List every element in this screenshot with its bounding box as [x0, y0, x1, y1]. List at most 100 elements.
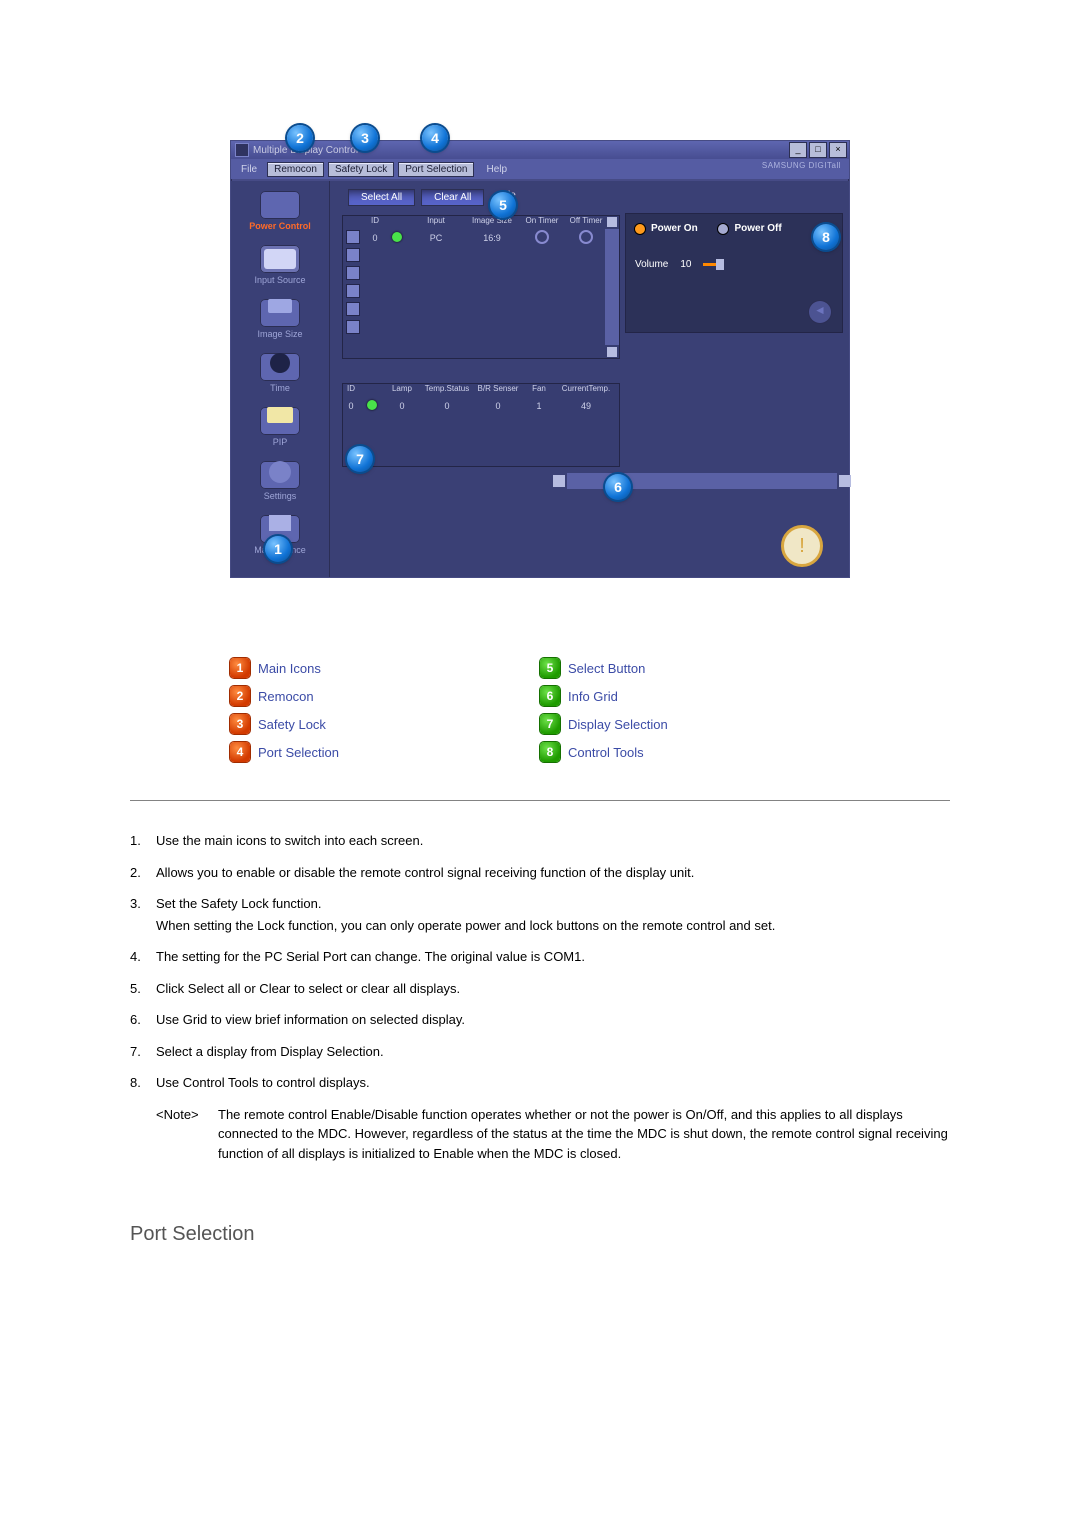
cell-temp-status: 0 — [420, 401, 474, 411]
legend-label: Main Icons — [258, 661, 321, 676]
row-checkbox-icon[interactable] — [347, 321, 359, 333]
note-body: The remote control Enable/Disable functi… — [218, 1105, 950, 1164]
col-header: Input — [408, 215, 464, 229]
input-source-icon — [260, 245, 300, 273]
menu-help[interactable]: Help — [486, 164, 507, 175]
legend-number-icon: 6 — [540, 686, 560, 706]
ontimer-icon — [535, 230, 549, 244]
settings-icon — [260, 461, 300, 489]
radio-label: Power Off — [734, 223, 781, 234]
col-header: Lamp — [384, 383, 420, 397]
list-item: Use the main icons to switch into each s… — [130, 831, 950, 851]
sidebar-item-image-size[interactable]: Image Size — [231, 299, 329, 339]
callout-6: 6 — [605, 474, 631, 500]
status-dot-icon — [392, 232, 402, 242]
description-list: Use the main icons to switch into each s… — [130, 831, 950, 1163]
table-row[interactable] — [342, 319, 620, 337]
table-row[interactable] — [342, 433, 620, 451]
warning-icon: ! — [781, 525, 823, 567]
col-header: Fan — [522, 383, 556, 397]
table-row[interactable]: 0 PC 16:9 — [342, 229, 620, 247]
sidebar-item-time[interactable]: Time — [231, 353, 329, 393]
callout-2: 2 — [287, 125, 313, 151]
power-off-radio[interactable]: Power Off — [718, 223, 781, 234]
app-window: Multiple Display Control _ □ × SAMSUNG D… — [230, 140, 850, 578]
list-item: Select a display from Display Selection. — [130, 1042, 950, 1062]
table-row[interactable] — [342, 247, 620, 265]
callout-8: 8 — [813, 224, 839, 250]
info-grid-top: ID Input Image Size On Timer Off Timer 0… — [342, 215, 620, 359]
minimize-button[interactable]: _ — [789, 142, 807, 158]
power-control-icon — [260, 191, 300, 219]
legend-number-icon: 1 — [230, 658, 250, 678]
menubar: File Remocon Safety Lock Port Selection … — [231, 159, 849, 179]
legend-label: Info Grid — [568, 689, 618, 704]
table-row[interactable] — [342, 301, 620, 319]
titlebar: Multiple Display Control _ □ × — [231, 141, 849, 159]
col-header: ID — [364, 215, 386, 229]
table-row[interactable] — [342, 265, 620, 283]
legend-number-icon: 7 — [540, 714, 560, 734]
clear-all-button[interactable]: Clear All — [421, 189, 484, 206]
callout-7: 7 — [347, 446, 373, 472]
status-dot-icon — [367, 400, 377, 410]
callout-1: 1 — [265, 536, 291, 562]
menu-remocon[interactable]: Remocon — [267, 162, 324, 177]
row-checkbox-icon[interactable] — [347, 267, 359, 279]
list-item-line: Use Control Tools to control displays. — [156, 1075, 370, 1090]
col-header: ID — [342, 383, 360, 397]
legend-row: 2Remocon — [230, 686, 540, 706]
select-all-button[interactable]: Select All — [348, 189, 415, 206]
cell-fan: 1 — [522, 401, 556, 411]
time-icon — [260, 353, 300, 381]
sidebar-item-input-source[interactable]: Input Source — [231, 245, 329, 285]
legend-label: Port Selection — [258, 745, 339, 760]
list-item: Allows you to enable or disable the remo… — [130, 863, 950, 883]
sidebar: Power Control Input Source Image Size Ti… — [231, 181, 330, 577]
legend-row: 7 Display Selection — [540, 714, 850, 734]
cell-input: PC — [408, 233, 464, 243]
sidebar-item-power-control[interactable]: Power Control — [231, 191, 329, 231]
legend-label: Display Selection — [568, 717, 668, 732]
image-size-icon — [260, 299, 300, 327]
menu-safety-lock[interactable]: Safety Lock — [328, 162, 394, 177]
col-header — [342, 215, 364, 229]
volume-value: 10 — [680, 259, 691, 270]
volume-label: Volume — [635, 259, 668, 270]
close-button[interactable]: × — [829, 142, 847, 158]
app-icon — [235, 143, 249, 157]
volume-slider[interactable] — [703, 263, 721, 266]
radio-off-icon — [718, 224, 728, 234]
table-row[interactable] — [342, 283, 620, 301]
display-selection-grid: ID Lamp Temp.Status B/R Senser Fan Curre… — [342, 383, 620, 467]
vertical-scrollbar[interactable] — [605, 229, 619, 345]
row-checkbox-icon[interactable] — [347, 231, 359, 243]
maximize-button[interactable]: □ — [809, 142, 827, 158]
speaker-icon[interactable] — [809, 301, 831, 323]
table-row[interactable] — [342, 415, 620, 433]
legend-row: 4 Port Selection — [230, 742, 540, 762]
sidebar-item-settings[interactable]: Settings — [231, 461, 329, 501]
list-item-line: Set the Safety Lock function. — [156, 896, 322, 911]
legend-number-icon: 4 — [230, 742, 250, 762]
legend-row: 3Safety Lock — [230, 714, 540, 734]
row-checkbox-icon[interactable] — [347, 303, 359, 315]
radio-label: Power On — [651, 223, 698, 234]
menu-file[interactable]: File — [235, 164, 263, 175]
offtimer-icon — [579, 230, 593, 244]
callout-5: 5 — [490, 192, 516, 218]
row-checkbox-icon[interactable] — [347, 249, 359, 261]
menu-port-selection[interactable]: Port Selection — [398, 162, 474, 177]
sidebar-item-label: Power Control — [231, 221, 329, 231]
legend-label: Safety Lock — [258, 717, 326, 732]
row-checkbox-icon[interactable] — [347, 285, 359, 297]
col-header: Off Timer — [564, 215, 608, 229]
legend-number-icon: 8 — [540, 742, 560, 762]
list-item: Set the Safety Lock function. When setti… — [130, 894, 950, 935]
power-on-radio[interactable]: Power On — [635, 223, 698, 234]
sidebar-item-label: Settings — [231, 491, 329, 501]
legend-label: Control Tools — [568, 745, 644, 760]
sidebar-item-pip[interactable]: PIP — [231, 407, 329, 447]
table-row[interactable]: 0 0 0 0 1 49 — [342, 397, 620, 415]
list-item-line: When setting the Lock function, you can … — [156, 916, 950, 936]
